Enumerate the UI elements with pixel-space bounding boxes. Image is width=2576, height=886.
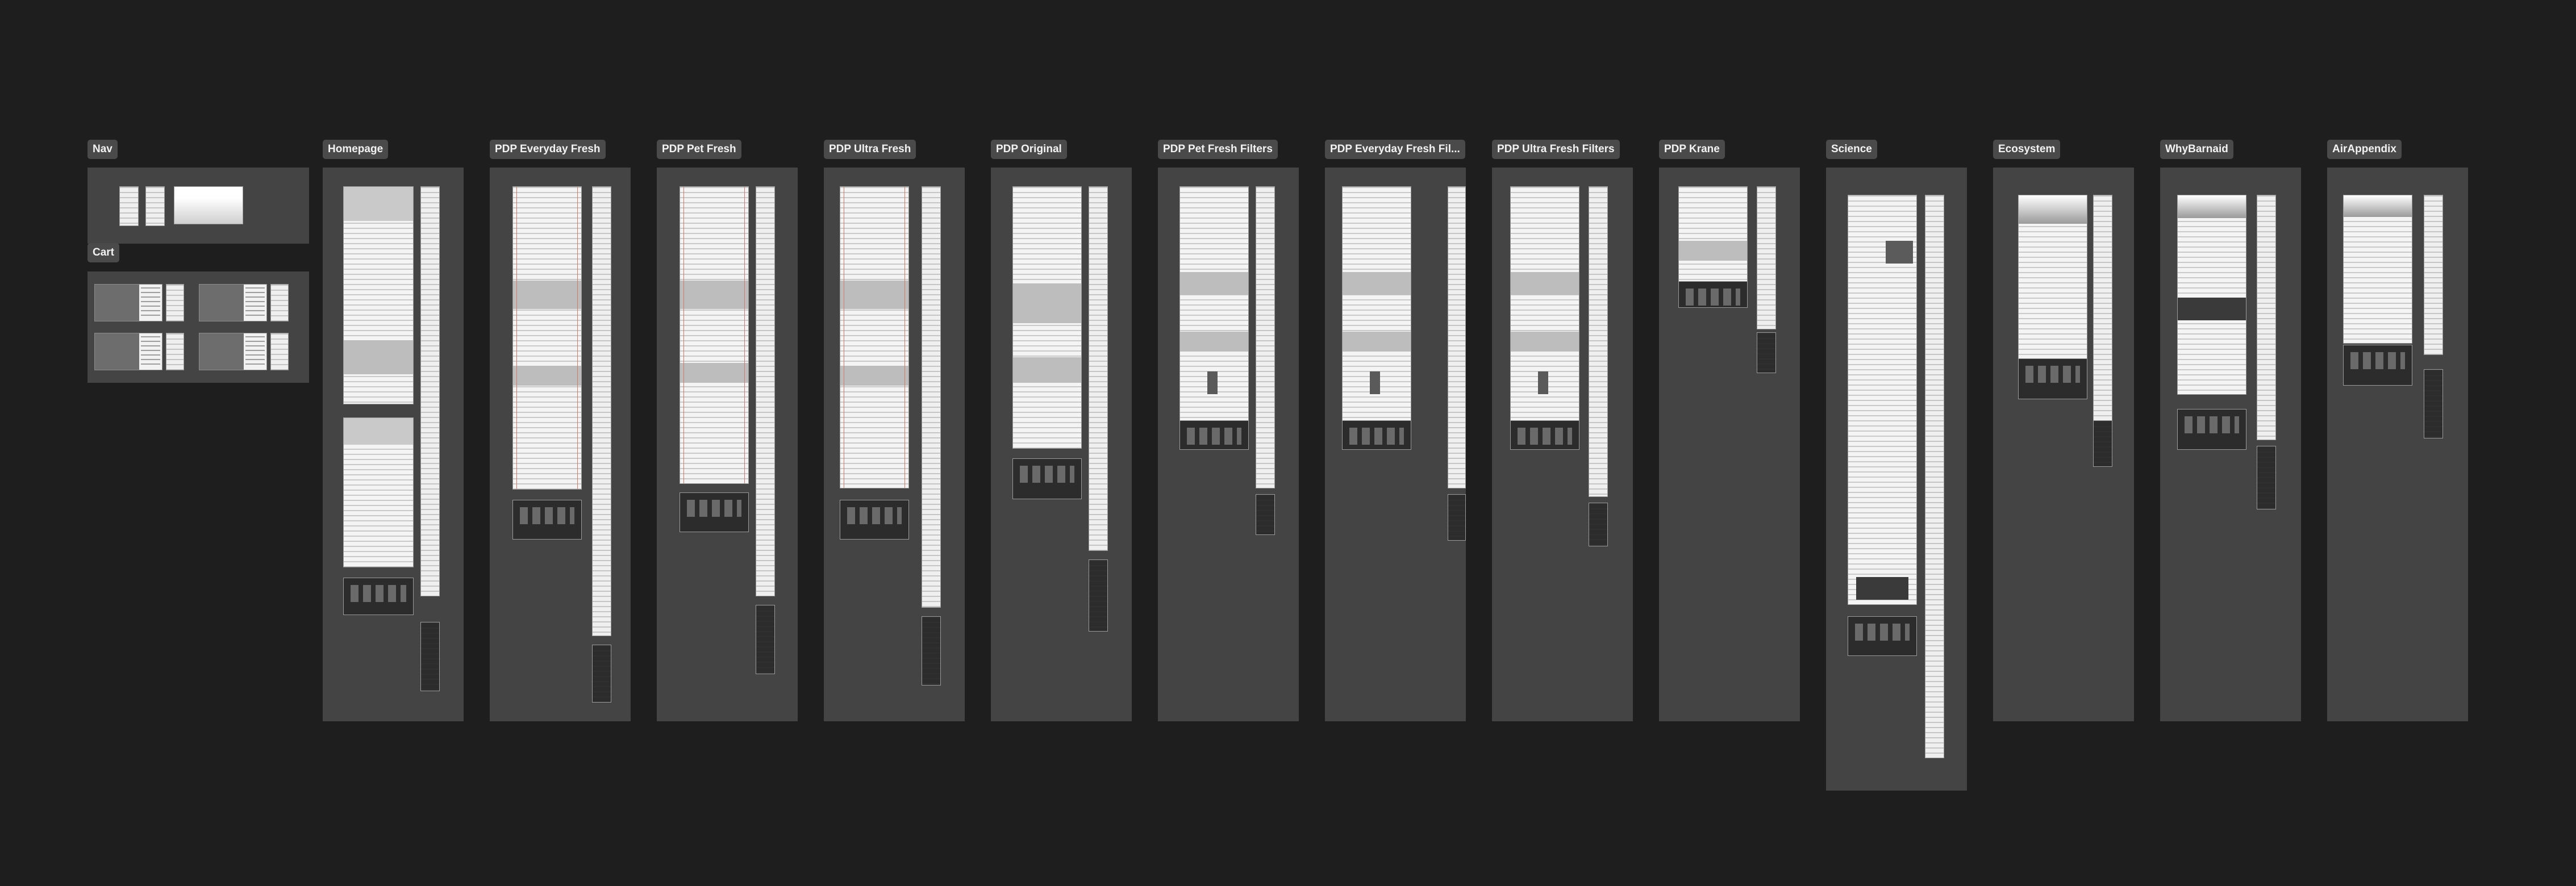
footer-frame[interactable] [343,578,414,615]
cart-frame[interactable] [166,284,184,321]
desktop-frame[interactable] [343,186,414,404]
design-canvas[interactable]: Nav Cart Homepage PDP Everyday Fresh PDP… [0,0,2576,886]
cart-frame[interactable] [199,284,267,321]
section-nav[interactable] [87,168,309,244]
mobile-frame[interactable] [1589,186,1608,497]
mobile-frame[interactable] [756,186,775,596]
cart-frame[interactable] [166,333,184,370]
section-pdp-ultra-fresh-filters[interactable] [1492,168,1633,721]
mobile-frame[interactable] [1757,186,1776,329]
nav-frame[interactable] [174,186,243,224]
section-pdp-pet-fresh[interactable] [657,168,798,721]
section-label-pdp-krane[interactable]: PDP Krane [1659,140,1725,159]
section-label-ecosystem[interactable]: Ecosystem [1993,140,2061,159]
section-label-pdp-ultra-fresh[interactable]: PDP Ultra Fresh [824,140,916,159]
mobile-frame[interactable] [922,186,941,608]
mobile-frame[interactable] [1925,195,1944,758]
section-pdp-pet-fresh-filters[interactable] [1158,168,1299,721]
desktop-frame[interactable] [2343,195,2412,344]
section-label-whybarnaid[interactable]: WhyBarnaid [2160,140,2233,159]
desktop-frame[interactable] [2177,195,2246,395]
section-pdp-everyday-fresh-filters[interactable] [1325,168,1466,721]
footer-frame[interactable] [2018,358,2087,399]
mobile-frame[interactable] [1089,559,1108,632]
cart-frame[interactable] [270,284,289,321]
footer-frame[interactable] [2343,345,2412,386]
mobile-frame[interactable] [1256,494,1275,535]
mobile-frame[interactable] [1448,186,1466,488]
desktop-frame[interactable] [840,186,909,488]
mobile-frame[interactable] [1256,186,1275,488]
desktop-frame[interactable] [1179,186,1249,421]
mobile-frame[interactable] [2093,195,2112,423]
desktop-frame[interactable] [343,417,414,567]
footer-frame[interactable] [512,500,582,540]
mobile-frame[interactable] [592,645,611,703]
desktop-frame[interactable] [680,186,749,484]
mobile-frame[interactable] [2257,446,2276,509]
section-label-cart[interactable]: Cart [87,243,120,262]
section-cart[interactable] [87,271,309,383]
section-pdp-krane[interactable] [1659,168,1800,721]
footer-frame[interactable] [1342,420,1411,450]
mobile-frame[interactable] [1589,503,1608,546]
mobile-frame[interactable] [2424,369,2443,438]
section-homepage[interactable] [323,168,464,721]
section-label-pdp-everyday-fresh[interactable]: PDP Everyday Fresh [490,140,606,159]
footer-frame[interactable] [1179,420,1249,450]
section-whybarnaid[interactable] [2160,168,2301,721]
cart-frame[interactable] [270,333,289,370]
section-pdp-ultra-fresh[interactable] [824,168,965,721]
section-label-nav[interactable]: Nav [87,140,118,159]
mobile-frame[interactable] [2424,195,2443,355]
section-ecosystem[interactable] [1993,168,2134,721]
mobile-frame[interactable] [1448,494,1466,541]
desktop-frame[interactable] [1342,186,1411,421]
desktop-frame[interactable] [2018,195,2087,360]
nav-frame[interactable] [145,186,165,226]
desktop-frame[interactable] [1848,195,1917,605]
cart-frame[interactable] [94,284,162,321]
mobile-frame[interactable] [420,186,440,596]
section-label-pdp-everyday-fresh-filters[interactable]: PDP Everyday Fresh Fil... [1325,140,1465,159]
mobile-frame[interactable] [922,616,941,686]
footer-frame[interactable] [1510,420,1579,450]
desktop-frame[interactable] [1678,186,1748,290]
mobile-frame[interactable] [1757,332,1776,373]
footer-frame[interactable] [840,500,909,540]
section-airappendix[interactable] [2327,168,2468,721]
section-pdp-original[interactable] [991,168,1132,721]
desktop-frame[interactable] [1012,186,1082,449]
nav-frame[interactable] [119,186,139,226]
mobile-frame[interactable] [2257,195,2276,440]
footer-frame[interactable] [1678,281,1748,308]
footer-frame[interactable] [1012,458,1082,499]
mobile-frame[interactable] [592,186,611,636]
section-label-airappendix[interactable]: AirAppendix [2327,140,2402,159]
footer-frame[interactable] [1848,616,1917,656]
section-label-science[interactable]: Science [1826,140,1877,159]
section-label-pdp-pet-fresh[interactable]: PDP Pet Fresh [657,140,741,159]
footer-frame[interactable] [680,492,749,532]
section-label-pdp-pet-fresh-filters[interactable]: PDP Pet Fresh Filters [1158,140,1278,159]
section-label-pdp-original[interactable]: PDP Original [991,140,1067,159]
section-pdp-everyday-fresh[interactable] [490,168,631,721]
section-science[interactable] [1826,168,1967,791]
cart-frame[interactable] [94,333,162,370]
desktop-frame[interactable] [1510,186,1579,421]
cart-frame[interactable] [199,333,267,370]
mobile-frame[interactable] [2093,420,2112,467]
mobile-frame[interactable] [756,605,775,674]
mobile-frame[interactable] [420,622,440,691]
desktop-frame[interactable] [512,186,582,490]
section-label-homepage[interactable]: Homepage [323,140,389,159]
mobile-frame[interactable] [1089,186,1108,551]
section-label-pdp-ultra-fresh-filters[interactable]: PDP Ultra Fresh Filters [1492,140,1620,159]
footer-frame[interactable] [2177,409,2246,450]
